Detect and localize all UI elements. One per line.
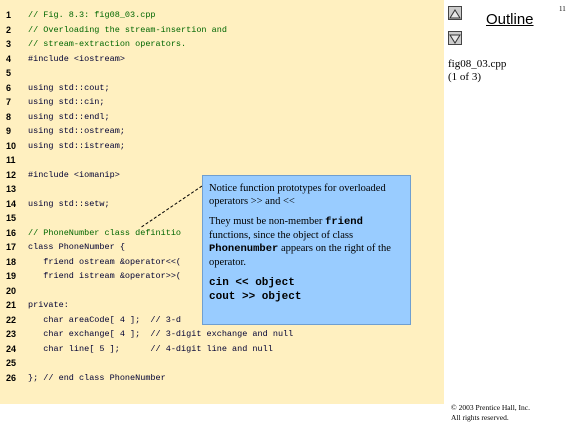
outline-file-label: fig08_03.cpp (1 of 3)	[448, 58, 506, 84]
callout-note-friend: They must be non-member friend functions…	[209, 215, 406, 269]
triangle-up-icon	[449, 9, 461, 19]
triangle-down-icon	[449, 34, 461, 44]
previous-slide-button[interactable]	[448, 6, 462, 20]
callout-keyword-friend: friend	[325, 216, 363, 228]
copyright-line: © 2003 Prentice Hall, Inc.	[451, 403, 531, 412]
outline-filename: fig08_03.cpp	[448, 58, 507, 70]
callout-note-prototypes: Notice function prototypes for overloade…	[209, 183, 386, 207]
slide-page-number: 11	[559, 5, 566, 13]
callout-code-cin: cin << object	[209, 277, 295, 289]
copyright-line: All rights reserved.	[451, 413, 509, 422]
callout-text: They must be non-member	[209, 216, 326, 227]
callout-text: functions, since the object of class	[209, 230, 354, 241]
outline-link[interactable]: Outline	[486, 11, 534, 28]
callout-code-cout: cout >> object	[209, 291, 302, 303]
outline-page-indicator: (1 of 3)	[448, 71, 481, 83]
callout-keyword-phonenumber: Phonenumber	[209, 243, 279, 255]
annotation-callout: Notice function prototypes for overloade…	[202, 175, 411, 325]
copyright-notice: © 2003 Prentice Hall, Inc. All rights re…	[451, 403, 530, 423]
next-slide-button[interactable]	[448, 31, 462, 45]
